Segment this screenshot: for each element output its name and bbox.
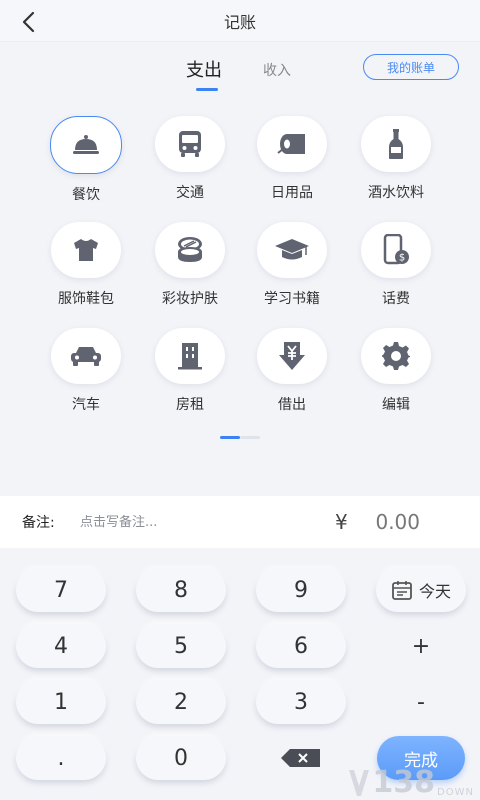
category-icon-wrap: [51, 328, 121, 384]
category-rent[interactable]: 房租: [138, 328, 242, 428]
key-2[interactable]: 2: [136, 680, 226, 724]
key-0[interactable]: 0: [136, 736, 226, 780]
food-cloche-icon: [73, 135, 99, 154]
gear-icon: [382, 342, 410, 370]
category-label: 彩妆护肤: [162, 291, 218, 307]
category-food[interactable]: 餐饮: [34, 116, 138, 216]
category-label: 酒水饮料: [368, 185, 424, 201]
currency-symbol: ¥: [335, 510, 348, 534]
category-icon-wrap: [155, 116, 225, 172]
phone-bill-icon: $: [383, 234, 409, 265]
category-icon-wrap: [155, 328, 225, 384]
category-label: 房租: [176, 397, 204, 413]
note-amount-row: 备注: ¥ 0.00: [0, 496, 480, 548]
my-bills-button[interactable]: 我的账单: [363, 54, 459, 80]
key-9[interactable]: 9: [256, 568, 346, 612]
tissue-roll-icon: [277, 134, 305, 154]
key-7[interactable]: 7: [16, 568, 106, 612]
watermark-logo-icon: [349, 770, 370, 796]
key-6[interactable]: 6: [256, 624, 346, 668]
chevron-left-icon: [22, 11, 35, 33]
category-grid: 餐饮 交通 日用品 酒水饮料 服饰鞋包 彩妆护肤 学习书籍 $ 话费 汽车 房租…: [0, 100, 480, 434]
category-drinks[interactable]: 酒水饮料: [344, 116, 448, 216]
tab-expense[interactable]: 支出: [186, 56, 222, 82]
key-3[interactable]: 3: [256, 680, 346, 724]
watermark-number: 138: [372, 765, 436, 800]
back-button[interactable]: [14, 8, 42, 36]
category-label: 交通: [176, 185, 204, 201]
date-today-label: 今天: [418, 582, 451, 601]
bus-icon: [179, 131, 201, 157]
key-minus[interactable]: -: [376, 680, 466, 724]
graduation-cap-icon: [275, 239, 309, 260]
key-1[interactable]: 1: [16, 680, 106, 724]
key-5[interactable]: 5: [136, 624, 226, 668]
note-input[interactable]: [80, 514, 300, 530]
category-label: 日用品: [271, 185, 313, 201]
category-label: 话费: [382, 291, 410, 307]
key-plus[interactable]: +: [376, 624, 466, 668]
watermark-text: DOWN: [437, 787, 474, 798]
category-label: 借出: [278, 397, 306, 413]
key-8[interactable]: 8: [136, 568, 226, 612]
tab-active-indicator: [196, 88, 218, 91]
key-4[interactable]: 4: [16, 624, 106, 668]
page-indicator: [0, 434, 480, 488]
category-cosmetics[interactable]: 彩妆护肤: [138, 222, 242, 322]
date-today-button[interactable]: 今天: [376, 568, 466, 612]
key-dot[interactable]: .: [16, 736, 106, 780]
category-books[interactable]: 学习书籍: [240, 222, 344, 322]
category-daily-goods[interactable]: 日用品: [240, 116, 344, 216]
backspace-icon: [281, 749, 320, 767]
category-icon-wrap: [257, 328, 327, 384]
category-phone-bill[interactable]: $ 话费: [344, 222, 448, 322]
category-label: 汽车: [72, 397, 100, 413]
lend-yen-icon: [279, 342, 305, 370]
svg-text:$: $: [399, 253, 405, 264]
page-indicator-inactive: [240, 436, 260, 439]
page-title: 记账: [223, 12, 256, 32]
type-tabs: 支出 收入 我的账单: [0, 42, 480, 100]
category-edit[interactable]: 编辑: [344, 328, 448, 428]
amount-display: 0.00: [375, 510, 420, 534]
category-icon-wrap: [257, 222, 327, 278]
backspace-button[interactable]: [256, 736, 346, 780]
category-icon-wrap: [361, 328, 431, 384]
car-icon: [71, 347, 101, 366]
category-icon-wrap: [155, 222, 225, 278]
tshirt-icon: [74, 239, 98, 261]
category-icon-wrap: [50, 116, 122, 174]
note-label: 备注:: [22, 515, 55, 531]
category-icon-wrap: [257, 116, 327, 172]
category-icon-wrap: [361, 116, 431, 172]
tab-income[interactable]: 收入: [263, 60, 291, 80]
cosmetics-compact-icon: [178, 237, 202, 262]
category-label: 编辑: [382, 397, 410, 413]
calendar-icon: [392, 581, 412, 600]
bottle-icon: [389, 129, 403, 159]
keypad: 7 8 9 今天 4 5 6 + 1 2 3 - . 0 完成: [0, 556, 480, 800]
category-icon-wrap: [51, 222, 121, 278]
building-icon: [178, 343, 202, 370]
category-label: 学习书籍: [264, 291, 320, 307]
category-car[interactable]: 汽车: [34, 328, 138, 428]
category-transport[interactable]: 交通: [138, 116, 242, 216]
category-clothing[interactable]: 服饰鞋包: [34, 222, 138, 322]
page-indicator-active: [220, 436, 240, 439]
category-label: 餐饮: [72, 187, 100, 203]
watermark: 138 DOWN: [346, 768, 474, 798]
category-lend[interactable]: 借出: [240, 328, 344, 428]
category-label: 服饰鞋包: [58, 291, 114, 307]
category-icon-wrap: $: [361, 222, 431, 278]
header: 记账: [0, 0, 480, 42]
